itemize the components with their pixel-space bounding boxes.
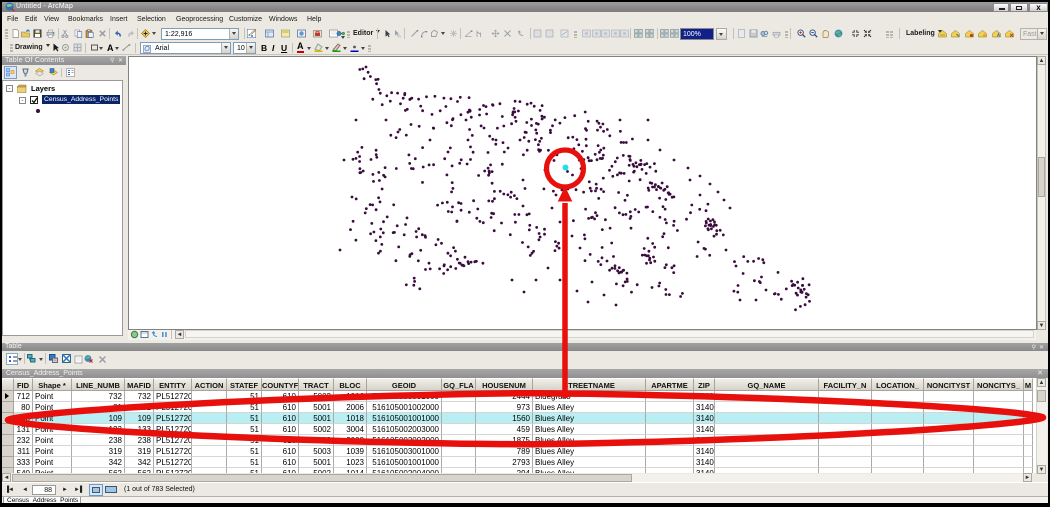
svg-text:A: A <box>398 34 401 39</box>
